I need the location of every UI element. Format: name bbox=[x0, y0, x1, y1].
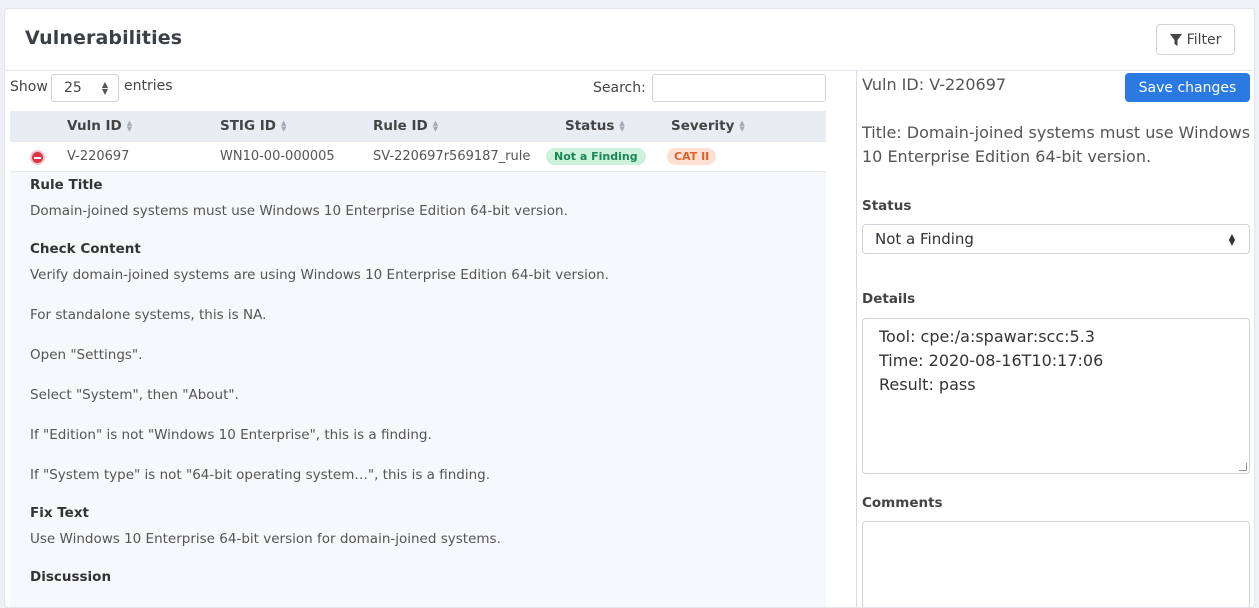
table-header: Vuln ID ▲ ▼ STIG ID ▲ ▼ Rule ID ▲ ▼ Status … bbox=[10, 111, 826, 142]
check-line: If "System type" is not "64-bit operatin… bbox=[30, 467, 491, 483]
details-line: Result: pass bbox=[879, 375, 976, 394]
cell-rule-id: SV-220697r569187_rule bbox=[373, 149, 531, 164]
severity-badge: CAT II bbox=[667, 148, 717, 165]
details-line: Time: 2020-08-16T10:17:06 bbox=[879, 351, 1104, 370]
details-label: Details bbox=[862, 291, 916, 307]
entries-select[interactable]: 25 ▲ ▼ bbox=[51, 74, 119, 102]
comments-label: Comments bbox=[862, 495, 943, 511]
check-line: Verify domain-joined systems are using W… bbox=[30, 267, 609, 283]
column-header-stig-id[interactable]: STIG ID ▲ ▼ bbox=[220, 118, 286, 134]
status-select-value: Not a Finding bbox=[875, 230, 974, 248]
check-line: For standalone systems, this is NA. bbox=[30, 307, 267, 323]
search-input[interactable] bbox=[652, 74, 826, 102]
sort-icon: ▲ ▼ bbox=[619, 119, 625, 133]
column-header-severity[interactable]: Severity ▲ ▼ bbox=[671, 118, 745, 134]
filter-button-label: Filter bbox=[1186, 31, 1222, 48]
save-changes-button[interactable]: Save changes bbox=[1125, 73, 1250, 102]
resize-handle-icon[interactable] bbox=[1239, 463, 1247, 471]
column-label: STIG ID bbox=[220, 118, 276, 134]
sort-icon: ▲ ▼ bbox=[126, 119, 133, 133]
entries-label: entries bbox=[124, 78, 173, 94]
search-label: Search: bbox=[593, 80, 646, 96]
column-label: Rule ID bbox=[373, 118, 428, 134]
table-row[interactable]: V-220697 WN10-00-000005 SV-220697r569187… bbox=[10, 142, 826, 172]
check-content-heading: Check Content bbox=[30, 241, 141, 257]
rule-title-heading: Rule Title bbox=[30, 177, 103, 193]
row-detail: Rule Title Domain-joined systems must us… bbox=[10, 172, 826, 607]
rule-title-text: Domain-joined systems must use Windows 1… bbox=[30, 203, 568, 219]
page-title: Vulnerabilities bbox=[25, 27, 183, 49]
collapse-row-icon[interactable] bbox=[30, 150, 45, 165]
column-label: Severity bbox=[671, 118, 735, 134]
status-badge: Not a Finding bbox=[546, 148, 646, 165]
details-textarea[interactable]: Tool: cpe:/a:spawar:scc:5.3 Time: 2020-0… bbox=[862, 318, 1250, 474]
cell-stig-id: WN10-00-000005 bbox=[220, 149, 335, 164]
panel-title: Title: Domain-joined systems must use Wi… bbox=[862, 123, 1251, 166]
fix-text-heading: Fix Text bbox=[30, 505, 89, 521]
vulnerability-table-panel: Show 25 ▲ ▼ entries Search: Vuln ID ▲ ▼ ST… bbox=[5, 71, 856, 607]
sort-icon: ▲ ▼ bbox=[280, 119, 287, 133]
column-header-rule-id[interactable]: Rule ID ▲ ▼ bbox=[373, 118, 438, 134]
show-label: Show bbox=[10, 79, 48, 95]
sort-icon: ▲ ▼ bbox=[432, 119, 439, 133]
comments-textarea[interactable] bbox=[862, 521, 1250, 607]
status-label: Status bbox=[862, 198, 912, 214]
check-line: If "Edition" is not "Windows 10 Enterpri… bbox=[30, 427, 432, 443]
column-label: Vuln ID bbox=[67, 118, 122, 134]
edit-panel: Vuln ID: V-220697 Save changes Title: Do… bbox=[856, 71, 1254, 607]
filter-button[interactable]: Filter bbox=[1156, 24, 1235, 55]
check-line: Select "System", then "About". bbox=[30, 387, 239, 403]
entries-value: 25 bbox=[64, 80, 82, 96]
discussion-heading: Discussion bbox=[30, 569, 112, 585]
column-label: Status bbox=[565, 118, 615, 134]
check-line: Open "Settings". bbox=[30, 347, 143, 363]
column-header-vuln-id[interactable]: Vuln ID ▲ ▼ bbox=[67, 118, 132, 134]
filter-icon bbox=[1169, 33, 1182, 46]
select-arrows-icon: ▲ ▼ bbox=[1228, 232, 1235, 247]
table-controls: Show 25 ▲ ▼ entries Search: bbox=[5, 71, 856, 111]
card-header: Vulnerabilities Filter bbox=[5, 9, 1254, 71]
cell-vuln-id: V-220697 bbox=[67, 149, 130, 164]
fix-text: Use Windows 10 Enterprise 64-bit version… bbox=[30, 531, 501, 547]
column-header-status[interactable]: Status ▲ ▼ bbox=[565, 118, 625, 134]
details-line: Tool: cpe:/a:spawar:scc:5.3 bbox=[879, 327, 1095, 346]
select-arrows-icon: ▲ ▼ bbox=[101, 80, 108, 96]
sort-icon: ▲ ▼ bbox=[739, 119, 745, 133]
status-select[interactable]: Not a Finding ▲ ▼ bbox=[862, 224, 1250, 254]
vulnerabilities-card: Vulnerabilities Filter Show 25 ▲ ▼ entrie… bbox=[4, 8, 1255, 608]
panel-vuln-id: Vuln ID: V-220697 bbox=[862, 75, 1007, 94]
